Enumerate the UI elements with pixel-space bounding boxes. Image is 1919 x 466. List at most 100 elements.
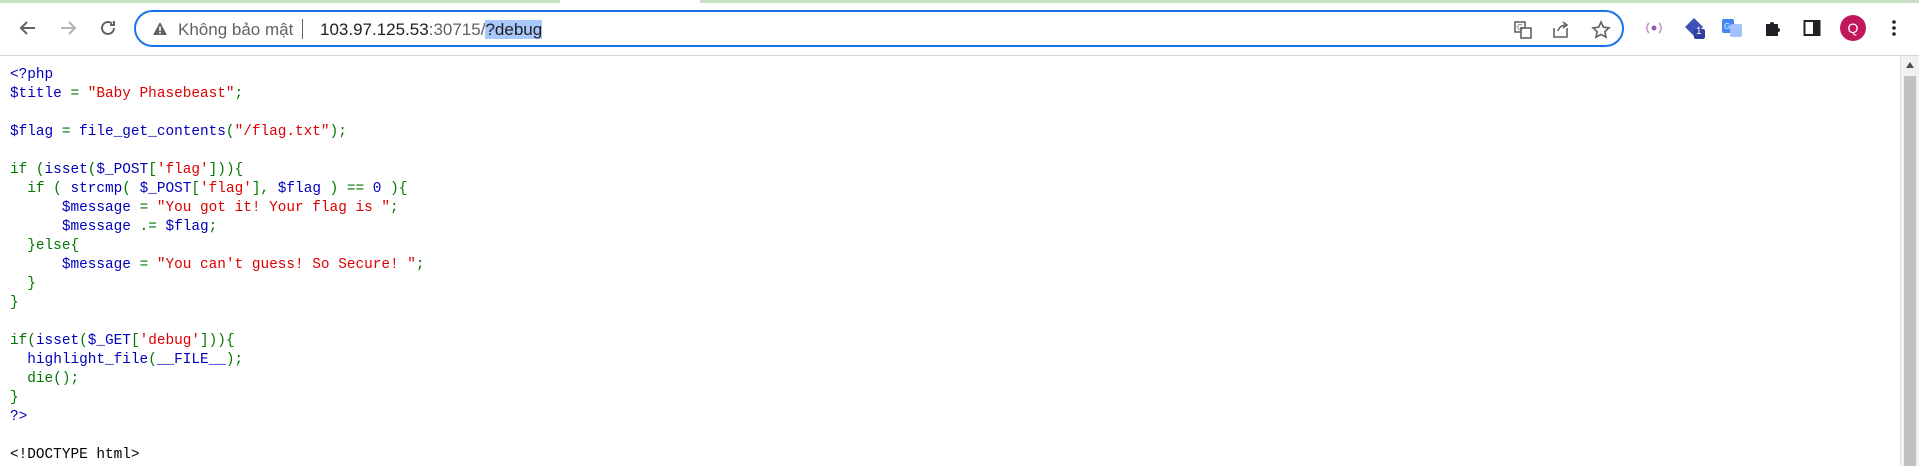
code-token-keyword: ( (225, 124, 235, 140)
omnibox-separator (302, 19, 303, 39)
code-line: $title = "Baby Phasebeast"; (10, 86, 243, 102)
address-bar[interactable]: Không bảo mật 103.97.125.53:30715/?debug… (134, 10, 1624, 47)
tab-strip-edge (0, 0, 560, 3)
code-token-default: strcmp (70, 181, 123, 197)
code-line: } (10, 276, 36, 292)
scroll-up-arrow[interactable] (1906, 62, 1914, 68)
code-line: <?php (10, 67, 53, 83)
code-token-default: 0 (372, 181, 391, 197)
code-token-default: highlight_file (27, 352, 149, 368)
more-icon (1892, 20, 1896, 36)
back-button[interactable] (12, 12, 44, 44)
code-line: highlight_file(__FILE__); (10, 352, 243, 368)
extensions-menu-button[interactable] (1758, 14, 1786, 42)
code-token-keyword: ; (208, 219, 218, 235)
code-token-default: $_POST (96, 162, 149, 178)
translate-extension[interactable]: G (1718, 14, 1746, 42)
url-query: ?debug (485, 20, 543, 39)
profile-avatar[interactable]: Q (1840, 15, 1866, 41)
code-token-keyword: if( (10, 333, 36, 349)
code-token-keyword: ( (148, 352, 157, 368)
puzzle-icon (1766, 22, 1780, 36)
extension-icon (1685, 18, 1705, 39)
code-token-default: isset (35, 333, 80, 349)
forward-icon (61, 21, 77, 35)
code-token-keyword: [ (148, 162, 157, 178)
star-icon (1591, 20, 1611, 39)
cast-extension[interactable] (1640, 14, 1668, 42)
url-text[interactable]: 103.97.125.53:30715/?debug (320, 20, 543, 40)
code-token-default: ?> (10, 409, 28, 425)
code-token-keyword: } (10, 295, 19, 311)
code-token-keyword: ) == (329, 181, 373, 197)
code-token-string: "/flag.txt" (234, 124, 330, 140)
bookmark-button[interactable] (1590, 19, 1612, 41)
code-token-keyword: ; (234, 86, 244, 102)
cast-icon (1646, 22, 1662, 34)
url-host: 103.97.125.53 (320, 20, 429, 39)
extension-with-badge[interactable]: 1 (1680, 14, 1708, 42)
code-token-default: file_get_contents (79, 124, 226, 140)
code-token-keyword: ( (122, 181, 140, 197)
code-token-keyword: = (139, 257, 157, 273)
scroll-thumb[interactable] (1904, 76, 1916, 466)
code-line: <!DOCTYPE html> (10, 447, 140, 463)
code-token-keyword (10, 219, 62, 235)
code-token-default: $message (61, 257, 140, 273)
code-line: $flag = file_get_contents("/flag.txt"); (10, 124, 347, 140)
side-panel-button[interactable] (1798, 14, 1826, 42)
reload-icon (101, 20, 115, 35)
code-token-default: $flag (10, 124, 62, 140)
code-token-keyword: } (10, 276, 36, 292)
tab-strip-edge (700, 0, 1919, 3)
share-button[interactable] (1550, 19, 1572, 41)
code-token-keyword: if ( (10, 181, 71, 197)
code-token-default: $title (10, 86, 71, 102)
code-token-keyword: ], (251, 181, 278, 197)
code-token-keyword (10, 257, 62, 273)
code-token-keyword: .= (139, 219, 166, 235)
code-token-keyword: if ( (10, 162, 45, 178)
code-token-default: $_GET (87, 333, 131, 349)
code-token-keyword (10, 200, 62, 216)
security-status-label[interactable]: Không bảo mật (178, 20, 293, 40)
extension-badge: 1 (1696, 26, 1702, 37)
browser-menu-button[interactable] (1880, 14, 1908, 42)
code-token-keyword: } (10, 390, 19, 406)
code-line: } (10, 295, 19, 311)
php-source-code: <?php $title = "Baby Phasebeast"; $flag … (10, 66, 425, 465)
code-token-default: $message (61, 219, 140, 235)
code-line: if ( strcmp( $_POST['flag'], $flag ) == … (10, 181, 407, 197)
forward-button[interactable] (52, 12, 84, 44)
code-line: } (10, 390, 19, 406)
translate-extension-icon: G (1722, 19, 1742, 37)
translate-icon: G (1514, 21, 1532, 39)
vertical-scrollbar[interactable] (1900, 56, 1919, 466)
code-line: ?> (10, 409, 27, 425)
code-token-keyword: ; (390, 200, 399, 216)
code-token-keyword: }else{ (10, 238, 80, 254)
code-line: if (isset($_POST['flag'])){ (10, 162, 243, 178)
code-token-keyword (10, 352, 27, 368)
code-token-keyword: ); (329, 124, 347, 140)
side-panel-icon (1803, 20, 1821, 36)
code-token-default: __FILE__ (156, 352, 226, 368)
translate-button[interactable]: G (1512, 19, 1534, 41)
code-token-string: 'flag' (200, 181, 252, 197)
browser-toolbar: Không bảo mật 103.97.125.53:30715/?debug… (0, 0, 1919, 56)
code-token-keyword: = (139, 200, 157, 216)
code-token-keyword: ])){ (200, 333, 235, 349)
code-line: $message .= $flag; (10, 219, 217, 235)
svg-text:G: G (1517, 23, 1523, 32)
svg-text:G: G (1724, 22, 1730, 31)
page-content: <?php $title = "Baby Phasebeast"; $flag … (0, 56, 1900, 466)
code-token-keyword: ( (79, 333, 88, 349)
code-token-string: "Baby Phasebeast" (87, 86, 235, 102)
code-token-default: $_POST (139, 181, 192, 197)
code-line: }else{ (10, 238, 79, 254)
code-token-keyword: [ (191, 181, 201, 197)
profile-initial: Q (1847, 20, 1859, 36)
warning-icon[interactable] (152, 21, 168, 37)
reload-button[interactable] (92, 12, 124, 44)
code-token-keyword: = (70, 86, 88, 102)
